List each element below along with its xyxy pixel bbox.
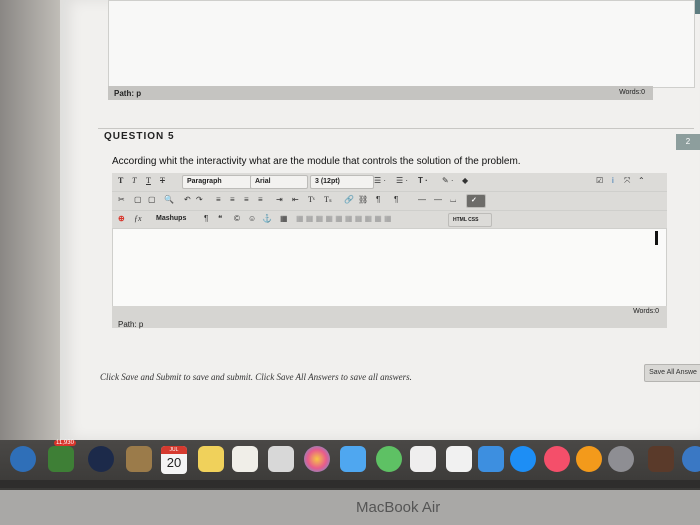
eraser-icon[interactable]: ◆ (462, 176, 468, 185)
subscript-icon[interactable]: Tₛ (324, 195, 332, 204)
photos-app-icon[interactable]: 11,930 (48, 440, 76, 472)
editor-path-bar: Path: p Words:0 (112, 306, 667, 329)
spellcheck-toggle-icon[interactable]: ✓ (466, 194, 486, 208)
calendar-icon[interactable]: JUL 20 (161, 446, 187, 474)
align-right-icon[interactable]: ≡ (244, 195, 249, 204)
music-icon[interactable] (544, 446, 570, 472)
calendar-month: JUL (161, 446, 187, 454)
question-title: QUESTION 5 (104, 131, 175, 142)
maps-icon[interactable] (268, 446, 294, 472)
strikethrough-button[interactable]: T (160, 176, 165, 185)
text-color-icon[interactable]: T · (418, 176, 428, 185)
paragraph-select[interactable]: Paragraph (182, 175, 252, 189)
anchor-icon[interactable]: ⚓ (262, 214, 272, 223)
previous-path-bar: Path: p Words:0 (108, 86, 653, 100)
pencil-icon[interactable]: ✎ · (442, 176, 454, 185)
quote-icon[interactable]: ❝ (218, 214, 222, 223)
indent-icon[interactable]: ⇥ (276, 195, 283, 204)
table-row-icon[interactable]: ▦ ▦ ▦ ▦ ▦ ▦ ▦ ▦ ▦ ▦ (296, 214, 392, 223)
laptop-brand: MacBook Air (356, 499, 441, 516)
justify-icon[interactable]: ≡ (258, 195, 263, 204)
messages-icon[interactable] (340, 446, 366, 472)
spellcheck-icon[interactable]: ☑ (596, 176, 603, 185)
superscript-icon[interactable]: Tˢ (308, 195, 315, 204)
font-size-select[interactable]: 3 (12pt) (310, 175, 374, 189)
fullscreen-icon[interactable]: ⤧ (624, 176, 630, 186)
previous-words-count: Words:0 (619, 89, 645, 96)
question-separator (98, 128, 694, 129)
editor-path-label: Path: p (118, 320, 144, 329)
photos-icon[interactable] (304, 446, 330, 472)
question-text: According whit the interactivity what ar… (112, 156, 521, 167)
paste-icon[interactable]: ▢ (148, 195, 156, 204)
italic-button[interactable]: T (132, 176, 136, 185)
laptop-bezel (0, 490, 700, 525)
numbers-icon[interactable] (410, 446, 436, 472)
collapse-icon[interactable]: ⌃ (638, 176, 645, 185)
safari-icon[interactable] (10, 446, 36, 472)
pages-icon[interactable] (478, 446, 504, 472)
copy-icon[interactable]: ▢ (134, 195, 142, 204)
bullet-list-icon[interactable]: ☰ · (374, 176, 386, 185)
html-css-button[interactable]: HTML CSS (448, 213, 492, 227)
line-icon[interactable]: — (434, 195, 442, 204)
align-center-icon[interactable]: ≡ (230, 195, 235, 204)
app-store-icon[interactable] (510, 446, 536, 472)
editor-toolbar-row-1: T T T T Paragraph Arial 3 (12pt) ☰ · ☰ ·… (112, 173, 667, 192)
outdent-icon[interactable]: ⇤ (292, 195, 299, 204)
add-content-icon[interactable]: ⊕ (118, 214, 125, 223)
reminders-icon[interactable] (232, 446, 258, 472)
rtl-icon[interactable]: ¶ (394, 195, 398, 204)
find-icon[interactable]: 🔍 (164, 195, 174, 204)
mashups-menu[interactable]: Mashups (152, 213, 200, 225)
save-all-answers-button[interactable]: Save All Answe (644, 364, 700, 382)
dock-shelf (0, 480, 700, 488)
link-icon[interactable]: 🔗 (344, 195, 354, 204)
numbered-list-icon[interactable]: ☰ · (396, 176, 408, 185)
photo-booth-icon[interactable] (648, 446, 674, 472)
keynote-icon[interactable] (446, 446, 472, 472)
books-icon[interactable] (576, 446, 602, 472)
redo-icon[interactable]: ↷ (196, 195, 203, 204)
underline-button[interactable]: T (146, 176, 151, 185)
notes-icon[interactable] (198, 446, 224, 472)
undo-icon[interactable]: ↶ (184, 195, 191, 204)
nonbreaking-space-icon[interactable]: ⌴ (450, 195, 456, 205)
ltr-icon[interactable]: ¶ (376, 195, 380, 204)
unlink-icon[interactable]: ⛓ (358, 195, 368, 204)
info-icon[interactable]: i (612, 176, 614, 185)
facetime-icon[interactable] (376, 446, 402, 472)
horizontal-rule-icon[interactable]: — (418, 195, 426, 204)
table-icon[interactable]: ▦ (280, 214, 288, 223)
editor-words-count: Words:0 (633, 308, 659, 315)
paragraph-mark-icon[interactable]: ¶ (204, 214, 208, 223)
align-left-icon[interactable]: ≡ (216, 195, 221, 204)
system-preferences-icon[interactable] (608, 446, 634, 472)
copyright-icon[interactable]: © (234, 214, 240, 223)
notification-badge: 11,930 (54, 440, 76, 446)
font-select[interactable]: Arial (250, 175, 308, 189)
previous-path-label: Path: p (114, 89, 142, 98)
contacts-icon[interactable] (126, 446, 152, 472)
math-editor-icon[interactable]: ƒx (134, 214, 142, 223)
calendar-day: 20 (166, 455, 182, 470)
editor-toolbar-row-2: ✂ ▢ ▢ 🔍 ↶ ↷ ≡ ≡ ≡ ≡ ⇥ ⇤ Tˢ Tₛ 🔗 ⛓ ¶ ¶ — … (112, 192, 667, 211)
points-badge: 2 (676, 134, 700, 150)
submit-instructions: Click Save and Submit to save and submit… (100, 372, 412, 382)
emoticon-icon[interactable]: ☺ (248, 214, 256, 223)
text-cursor (655, 231, 658, 245)
bold-button[interactable]: T (118, 176, 123, 185)
siri-icon[interactable] (88, 446, 114, 472)
cut-icon[interactable]: ✂ (118, 195, 125, 204)
previous-answer-editor[interactable] (108, 0, 695, 88)
